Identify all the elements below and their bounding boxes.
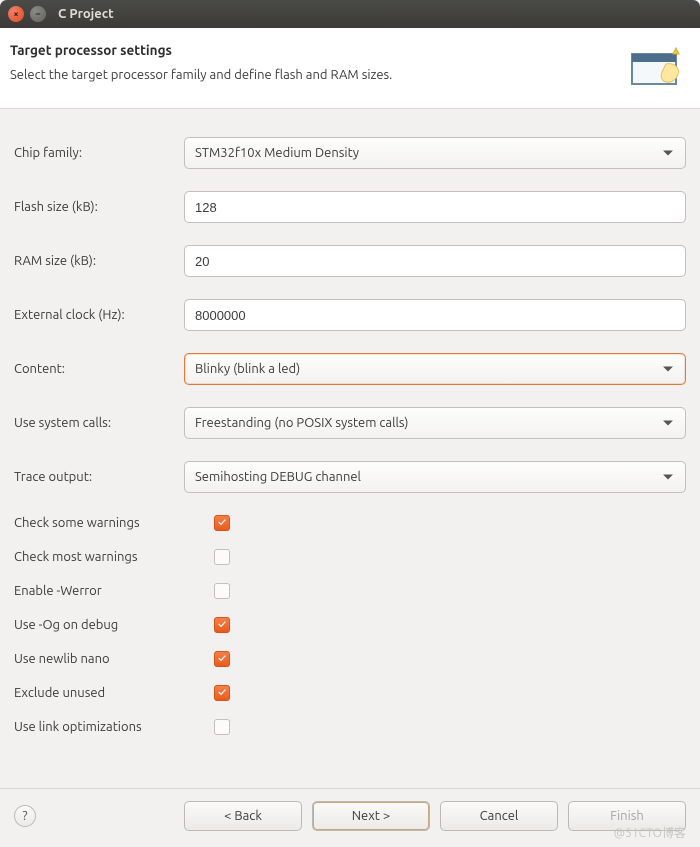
trace-output-value: Semihosting DEBUG channel [195, 470, 361, 484]
page-title: Target processor settings [10, 42, 392, 58]
trace-output-select[interactable]: Semihosting DEBUG channel [184, 461, 686, 493]
external-clock-label: External clock (Hz): [14, 308, 184, 322]
chip-family-select[interactable]: STM32f10x Medium Density [184, 137, 686, 169]
ram-size-label: RAM size (kB): [14, 254, 184, 268]
use-og-debug-label: Use -Og on debug [14, 618, 214, 632]
wizard-footer: ? < Back Next > Cancel Finish [0, 788, 700, 847]
use-link-optimizations-label: Use link optimizations [14, 720, 214, 734]
close-icon[interactable]: × [8, 6, 24, 22]
external-clock-input[interactable] [184, 299, 686, 331]
chip-family-label: Chip family: [14, 146, 184, 160]
help-icon[interactable]: ? [14, 805, 36, 827]
cancel-button[interactable]: Cancel [440, 801, 558, 831]
wizard-header: Target processor settings Select the tar… [0, 28, 700, 109]
use-newlib-nano-checkbox[interactable] [214, 651, 230, 667]
minimize-icon[interactable]: – [30, 6, 46, 22]
finish-button: Finish [568, 801, 686, 831]
use-link-optimizations-checkbox[interactable] [214, 719, 230, 735]
window-controls: × – [8, 6, 46, 22]
use-newlib-nano-label: Use newlib nano [14, 652, 214, 666]
exclude-unused-label: Exclude unused [14, 686, 214, 700]
content-value: Blinky (blink a led) [195, 362, 300, 376]
check-some-warnings-label: Check some warnings [14, 516, 214, 530]
trace-output-label: Trace output: [14, 470, 184, 484]
back-button[interactable]: < Back [184, 801, 302, 831]
check-most-warnings-label: Check most warnings [14, 550, 214, 564]
enable-werror-label: Enable -Werror [14, 584, 214, 598]
next-button[interactable]: Next > [312, 801, 430, 831]
enable-werror-checkbox[interactable] [214, 583, 230, 599]
titlebar: × – C Project [0, 0, 700, 28]
exclude-unused-checkbox[interactable] [214, 685, 230, 701]
content-label: Content: [14, 362, 184, 376]
wizard-body: Chip family: STM32f10x Medium Density Fl… [0, 109, 700, 788]
window-title: C Project [58, 7, 114, 21]
content-select[interactable]: Blinky (blink a led) [184, 353, 686, 385]
flash-size-input[interactable] [184, 191, 686, 223]
system-calls-label: Use system calls: [14, 416, 184, 430]
use-og-debug-checkbox[interactable] [214, 617, 230, 633]
system-calls-select[interactable]: Freestanding (no POSIX system calls) [184, 407, 686, 439]
chip-family-value: STM32f10x Medium Density [195, 146, 359, 160]
ram-size-input[interactable] [184, 245, 686, 277]
page-subtitle: Select the target processor family and d… [10, 68, 392, 82]
flash-size-label: Flash size (kB): [14, 200, 184, 214]
check-most-warnings-checkbox[interactable] [214, 549, 230, 565]
wizard-banner-icon [626, 42, 686, 92]
check-some-warnings-checkbox[interactable] [214, 515, 230, 531]
system-calls-value: Freestanding (no POSIX system calls) [195, 416, 408, 430]
